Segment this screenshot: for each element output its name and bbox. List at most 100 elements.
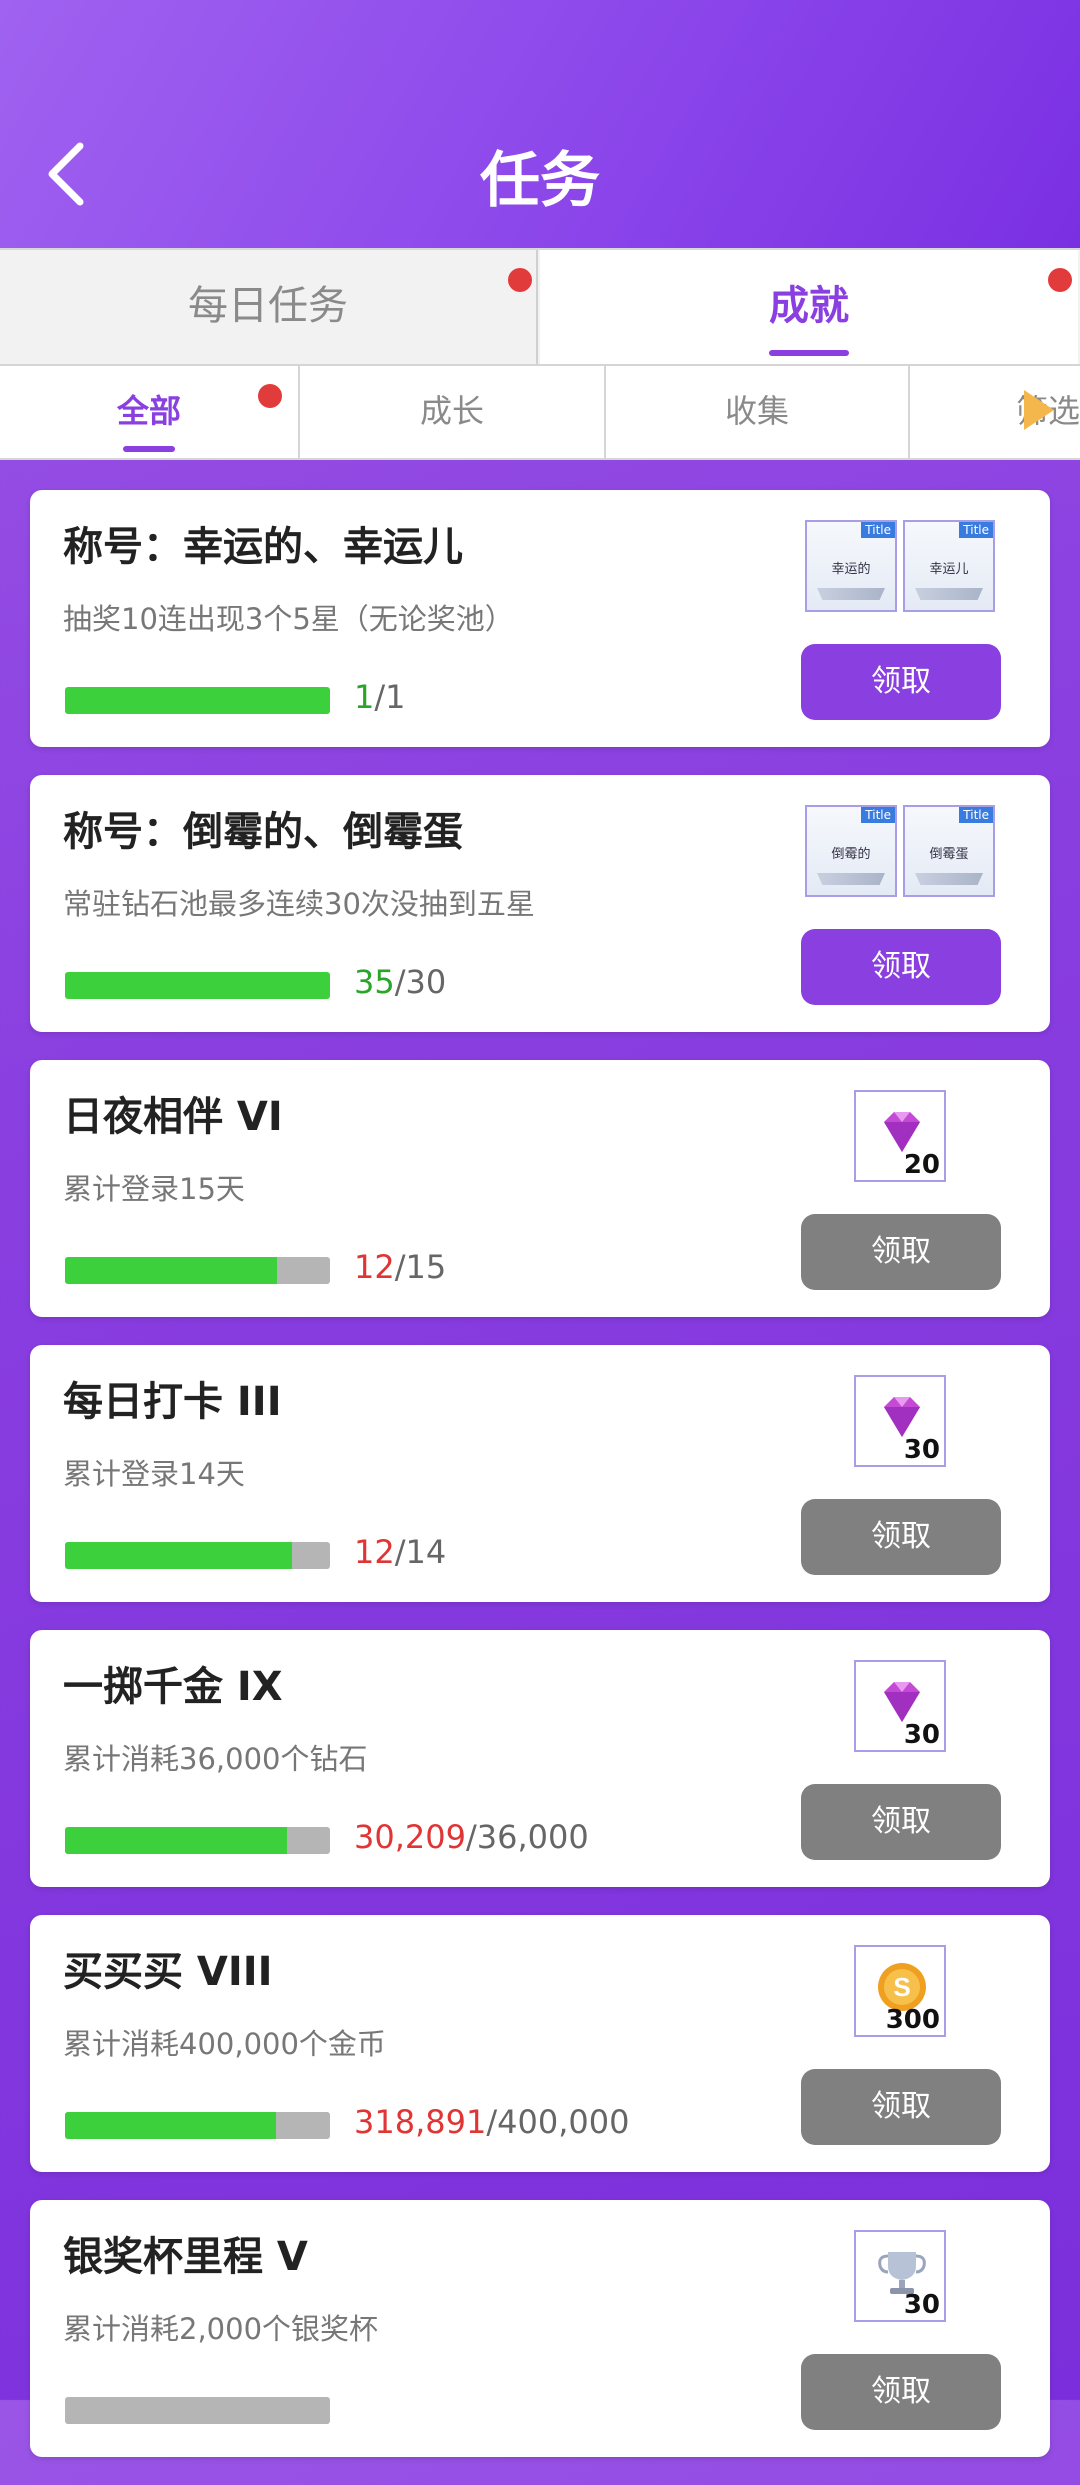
active-subtab-indicator	[123, 446, 175, 452]
progress-text: 318,891/400,000	[354, 2103, 629, 2141]
achievement-title: 称号：倒霉的、倒霉蛋	[63, 809, 463, 855]
progress-text: 30,209/36,000	[354, 1818, 589, 1856]
achievement-description: 抽奖10连出现3个5星（无论奖池）	[63, 602, 514, 636]
progress-fill	[65, 1827, 288, 1854]
achievement-card: 日夜相伴 VI 累计登录15天 12/15 20 领取	[30, 1060, 1050, 1317]
claim-button[interactable]: 领取	[801, 1214, 1001, 1290]
claim-button[interactable]: 领取	[801, 2354, 1001, 2430]
reward-quantity: 30	[903, 1720, 940, 1750]
title-tag: Title	[861, 522, 895, 538]
progress-bar	[65, 1257, 330, 1284]
achievement-card: 买买买 VIII 累计消耗400,000个金币 318,891/400,000 …	[30, 1915, 1050, 2172]
achievement-list: 称号：幸运的、幸运儿 抽奖10连出现3个5星（无论奖池） 1/1 Title 幸…	[30, 490, 1050, 2485]
subtab-collect[interactable]: 收集	[606, 366, 910, 458]
subtab-label: 成长	[419, 392, 484, 430]
progress-total: /14	[394, 1533, 447, 1571]
notification-dot	[508, 268, 532, 292]
claim-button[interactable]: 领取	[801, 644, 1001, 720]
progress-text: 35/30	[354, 963, 446, 1001]
achievement-card: 银奖杯里程 V 累计消耗2,000个银奖杯 30 领取	[30, 2200, 1050, 2457]
tab-label: 每日任务	[188, 283, 348, 329]
title-tag: Title	[959, 807, 993, 823]
progress-current: 12	[354, 1248, 395, 1286]
achievement-title: 银奖杯里程 V	[63, 2234, 308, 2280]
progress-current: 12	[354, 1533, 395, 1571]
progress-bar	[65, 972, 330, 999]
subtab-all[interactable]: 全部	[0, 366, 300, 458]
subtab-label: 全部	[116, 392, 181, 430]
tab-daily-tasks[interactable]: 每日任务	[0, 250, 538, 364]
achievement-card: 每日打卡 III 累计登录14天 12/14 30 领取	[30, 1345, 1050, 1602]
title-name: 倒霉蛋	[929, 847, 969, 862]
progress-fill	[65, 2112, 277, 2139]
notification-dot	[258, 384, 282, 408]
achievement-title: 称号：幸运的、幸运儿	[63, 524, 463, 570]
reward-quantity: 300	[885, 2005, 940, 2035]
progress-fill	[65, 1257, 277, 1284]
progress-text: 12/15	[354, 1248, 446, 1286]
progress-bar	[65, 1542, 330, 1569]
claim-button[interactable]: 领取	[801, 929, 1001, 1005]
reward-quantity: 20	[903, 1150, 940, 1180]
subtab-label: 收集	[724, 392, 789, 430]
notification-dot	[1048, 268, 1072, 292]
subtab-growth[interactable]: 成长	[300, 366, 606, 458]
progress-bar	[65, 1827, 330, 1854]
achievement-description: 累计消耗36,000个钻石	[63, 1742, 368, 1776]
progress-fill	[65, 1542, 293, 1569]
progress-total: /15	[394, 1248, 447, 1286]
active-tab-indicator	[769, 350, 849, 356]
achievement-description: 常驻钻石池最多连续30次没抽到五星	[63, 887, 535, 921]
title-card-reward: Title 幸运的	[805, 520, 897, 612]
achievement-card: 称号：幸运的、幸运儿 抽奖10连出现3个5星（无论奖池） 1/1 Title 幸…	[30, 490, 1050, 747]
progress-current: 1	[354, 678, 375, 716]
reward-item: S 300	[854, 1945, 946, 2037]
title-tag: Title	[861, 807, 895, 823]
reward-item: 30	[854, 1660, 946, 1752]
header: 任务	[0, 0, 1080, 248]
title-name: 倒霉的	[831, 847, 871, 862]
progress-total: /1	[374, 678, 406, 716]
achievement-description: 累计登录14天	[63, 1457, 245, 1491]
achievement-card: 称号：倒霉的、倒霉蛋 常驻钻石池最多连续30次没抽到五星 35/30 Title…	[30, 775, 1050, 1032]
progress-bar	[65, 2112, 330, 2139]
progress-bar	[65, 2397, 330, 2424]
achievement-title: 日夜相伴 VI	[63, 1094, 283, 1140]
achievement-description: 累计消耗400,000个金币	[63, 2027, 386, 2061]
ribbon-icon	[915, 873, 983, 885]
title-name: 幸运的	[831, 562, 871, 577]
progress-text: 12/14	[354, 1533, 446, 1571]
reward-quantity: 30	[903, 2290, 940, 2320]
ribbon-icon	[817, 873, 885, 885]
claim-button[interactable]: 领取	[801, 1784, 1001, 1860]
claim-button[interactable]: 领取	[801, 1499, 1001, 1575]
reward-item: 30	[854, 1375, 946, 1467]
progress-current: 30,209	[354, 1818, 466, 1856]
progress-total: /400,000	[486, 2103, 630, 2141]
category-tabs: 全部 成长 收集 筛选	[0, 364, 1080, 460]
progress-text: 1/1	[354, 678, 406, 716]
title-card-reward: Title 倒霉的	[805, 805, 897, 897]
subtab-filter[interactable]: 筛选	[910, 366, 1080, 458]
reward-item: 20	[854, 1090, 946, 1182]
claim-button[interactable]: 领取	[801, 2069, 1001, 2145]
achievement-title: 买买买 VIII	[63, 1949, 273, 1995]
progress-bar	[65, 687, 330, 714]
progress-fill	[65, 972, 330, 999]
title-tag: Title	[959, 522, 993, 538]
reward-item: 30	[854, 2230, 946, 2322]
main-tabs: 每日任务 成就	[0, 248, 1080, 366]
progress-total: /36,000	[465, 1818, 589, 1856]
progress-fill	[65, 687, 330, 714]
ribbon-icon	[817, 588, 885, 600]
progress-current: 35	[354, 963, 395, 1001]
achievement-title: 每日打卡 III	[63, 1379, 282, 1425]
achievement-title: 一掷千金 IX	[63, 1664, 283, 1710]
achievement-description: 累计消耗2,000个银奖杯	[63, 2312, 379, 2346]
page-title: 任务	[480, 146, 600, 216]
progress-current: 318,891	[354, 2103, 487, 2141]
scroll-right-arrow-icon[interactable]	[1024, 390, 1054, 430]
title-name: 幸运儿	[929, 562, 969, 577]
tab-label: 成就	[769, 283, 849, 329]
tab-achievements[interactable]: 成就	[540, 250, 1078, 364]
